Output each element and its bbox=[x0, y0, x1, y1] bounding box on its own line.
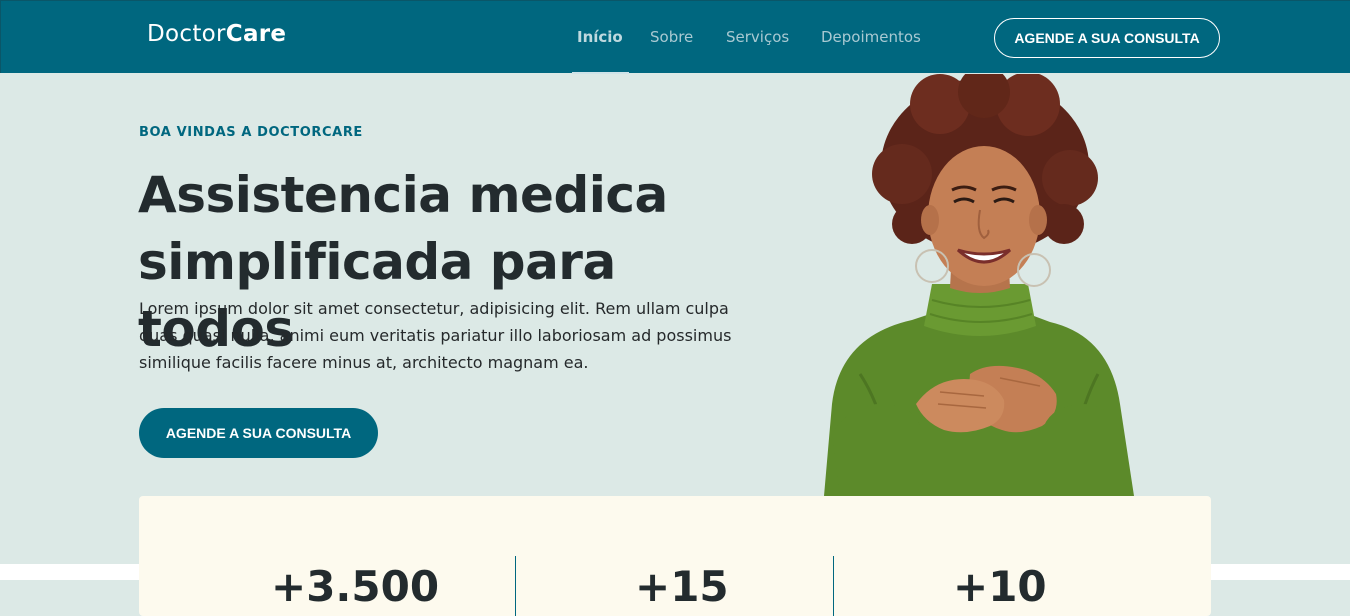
woman-portrait-illustration bbox=[824, 66, 1134, 497]
hero-title-line-1: Assistencia medica bbox=[138, 166, 668, 224]
nav-link-servicos[interactable]: Serviços bbox=[726, 28, 789, 46]
stat-value-patients: +3.500 bbox=[271, 562, 440, 611]
header-schedule-button[interactable]: AGENDE A SUA CONSULTA bbox=[994, 18, 1220, 58]
nav-link-depoimentos[interactable]: Depoimentos bbox=[821, 28, 921, 46]
logo-text-light: Doctor bbox=[147, 21, 226, 47]
logo[interactable]: DoctorCare bbox=[147, 21, 286, 47]
stat-divider bbox=[515, 556, 516, 616]
active-nav-indicator bbox=[572, 72, 629, 74]
top-navbar: DoctorCare Início Sobre Serviços Depoime… bbox=[0, 0, 1350, 74]
stat-value-specialists: +15 bbox=[635, 562, 729, 611]
hero-photo bbox=[820, 66, 1140, 497]
hero-schedule-button[interactable]: AGENDE A SUA CONSULTA bbox=[139, 408, 378, 458]
hero-description: Lorem ipsum dolor sit amet consectetur, … bbox=[139, 299, 732, 372]
nav-link-inicio[interactable]: Início bbox=[577, 28, 623, 46]
hero-eyebrow: BOA VINDAS A DOCTORCARE bbox=[139, 125, 363, 140]
stat-value-years: +10 bbox=[953, 562, 1047, 611]
stat-divider bbox=[833, 556, 834, 616]
nav-link-sobre[interactable]: Sobre bbox=[650, 28, 693, 46]
logo-text-bold: Care bbox=[225, 21, 287, 47]
stats-card: +3.500 +15 +10 bbox=[139, 496, 1211, 616]
